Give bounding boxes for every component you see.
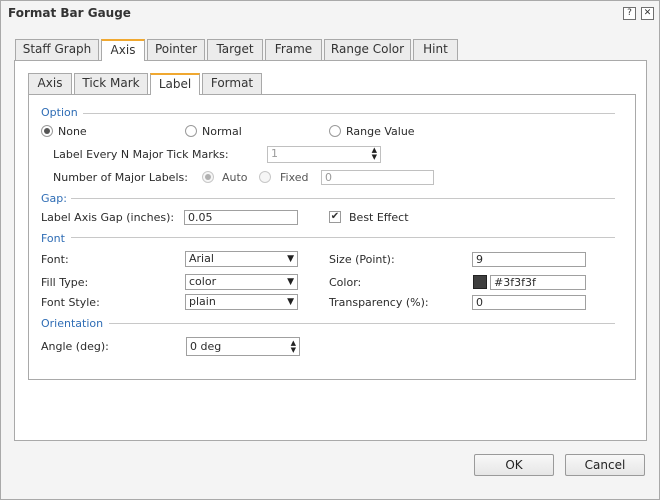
transparency-label: Transparency (%): xyxy=(329,296,429,309)
cancel-button[interactable]: Cancel xyxy=(565,454,645,476)
radio-none[interactable] xyxy=(41,125,53,137)
subtab-tick-mark[interactable]: Tick Mark xyxy=(74,73,148,94)
font-select[interactable]: Arial ▼ xyxy=(185,251,298,267)
option-divider xyxy=(83,113,615,114)
close-icon[interactable]: ✕ xyxy=(641,7,654,20)
orientation-divider xyxy=(109,323,615,324)
radio-none-label: None xyxy=(58,125,87,138)
font-divider xyxy=(71,237,615,238)
radio-fixed[interactable] xyxy=(259,171,271,183)
angle-label: Angle (deg): xyxy=(41,340,109,353)
tab-staff-graph[interactable]: Staff Graph xyxy=(15,39,99,60)
radio-normal[interactable] xyxy=(185,125,197,137)
label-tab-panel: Option None Normal Range Value Label Eve… xyxy=(28,94,636,380)
fill-type-select[interactable]: color ▼ xyxy=(185,274,298,290)
ok-button[interactable]: OK xyxy=(474,454,554,476)
orientation-heading: Orientation xyxy=(41,317,104,330)
font-heading: Font xyxy=(41,232,65,245)
size-input[interactable]: 9 xyxy=(472,252,586,267)
fixed-count-input[interactable]: 0 xyxy=(321,170,434,185)
main-tabstrip: Staff Graph Axis Pointer Target Frame Ra… xyxy=(1,39,660,61)
tab-target[interactable]: Target xyxy=(207,39,263,60)
angle-spinner[interactable]: 0 deg ▲ ▼ xyxy=(186,337,300,356)
font-style-label: Font Style: xyxy=(41,296,100,309)
chevron-down-icon: ▼ xyxy=(287,297,294,307)
color-input[interactable]: #3f3f3f xyxy=(490,275,586,290)
subtab-label[interactable]: Label xyxy=(150,73,200,95)
title-bar: Format Bar Gauge ? ✕ xyxy=(1,1,659,27)
option-heading: Option xyxy=(41,106,78,119)
tab-axis[interactable]: Axis xyxy=(101,39,145,61)
num-labels-label: Number of Major Labels: xyxy=(53,171,188,184)
tab-frame[interactable]: Frame xyxy=(265,39,322,60)
every-n-label: Label Every N Major Tick Marks: xyxy=(53,148,229,161)
radio-normal-label: Normal xyxy=(202,125,242,138)
fill-type-label: Fill Type: xyxy=(41,276,89,289)
radio-auto-label: Auto xyxy=(222,171,248,184)
chevron-down-icon: ▼ xyxy=(287,277,294,287)
best-effect-label: Best Effect xyxy=(349,211,409,224)
size-label: Size (Point): xyxy=(329,253,395,266)
spin-arrows-icon: ▲ ▼ xyxy=(371,146,377,161)
color-label: Color: xyxy=(329,276,362,289)
font-style-select[interactable]: plain ▼ xyxy=(185,294,298,310)
subtab-format[interactable]: Format xyxy=(202,73,262,94)
axis-gap-label: Label Axis Gap (inches): xyxy=(41,211,175,224)
gap-divider xyxy=(71,198,615,199)
axis-tab-panel: Axis Tick Mark Label Format Option None … xyxy=(14,60,647,441)
gap-heading: Gap: xyxy=(41,192,67,205)
spin-arrows-icon: ▲ ▼ xyxy=(290,339,296,354)
best-effect-checkbox[interactable]: ✔ xyxy=(329,211,341,223)
radio-range-value[interactable] xyxy=(329,125,341,137)
radio-range-value-label: Range Value xyxy=(346,125,415,138)
dialog-title: Format Bar Gauge xyxy=(8,6,131,20)
color-swatch[interactable] xyxy=(473,275,487,289)
help-icon[interactable]: ? xyxy=(623,7,636,20)
font-label: Font: xyxy=(41,253,69,266)
chevron-down-icon: ▼ xyxy=(287,254,294,264)
tab-hint[interactable]: Hint xyxy=(413,39,458,60)
tab-range-color[interactable]: Range Color xyxy=(324,39,411,60)
axis-gap-input[interactable]: 0.05 xyxy=(184,210,298,225)
transparency-input[interactable]: 0 xyxy=(472,295,586,310)
sub-tabstrip: Axis Tick Mark Label Format xyxy=(15,73,645,95)
subtab-axis[interactable]: Axis xyxy=(28,73,72,94)
radio-auto[interactable] xyxy=(202,171,214,183)
format-bar-gauge-dialog: Format Bar Gauge ? ✕ Staff Graph Axis Po… xyxy=(0,0,660,500)
radio-fixed-label: Fixed xyxy=(280,171,309,184)
every-n-spinner[interactable]: 1 ▲ ▼ xyxy=(267,146,381,163)
tab-pointer[interactable]: Pointer xyxy=(147,39,205,60)
